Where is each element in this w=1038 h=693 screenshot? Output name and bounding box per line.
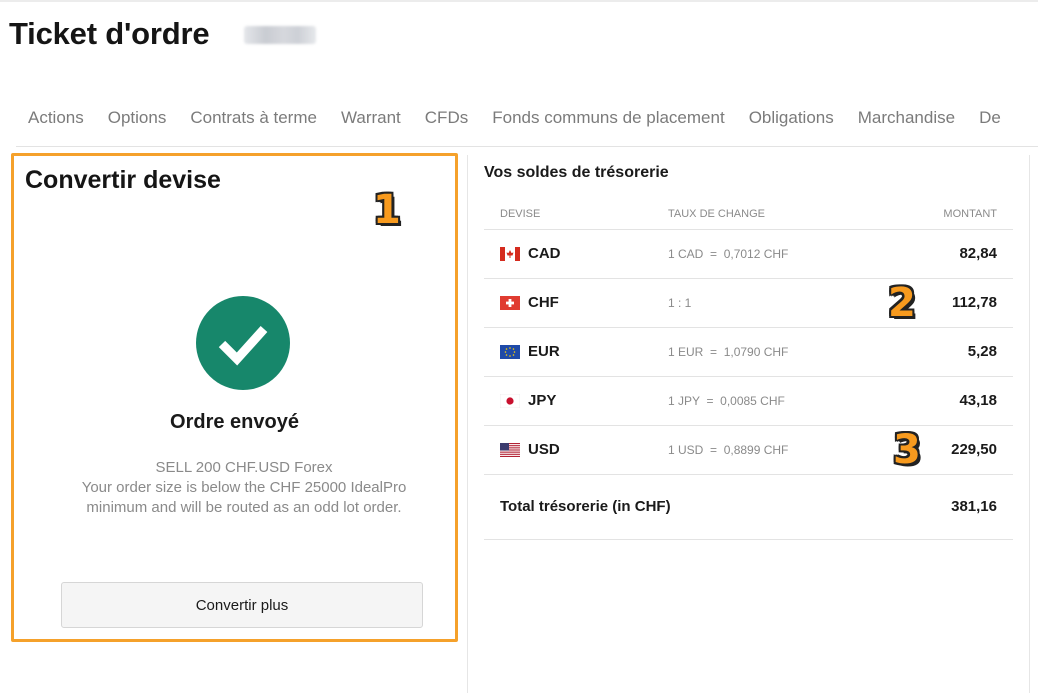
currency-code: CAD xyxy=(528,245,561,262)
exchange-rate: 1 JPY = 0,0085 CHF xyxy=(668,394,785,408)
column-divider xyxy=(467,155,468,693)
balance-amount: 5,28 xyxy=(967,343,997,360)
tab-futures[interactable]: Contrats à terme xyxy=(178,102,329,128)
convert-more-button[interactable]: Convertir plus xyxy=(61,582,423,628)
balance-amount: 112,78 xyxy=(951,294,997,311)
callout-number-1: 1 xyxy=(373,187,401,233)
flag-usa-icon xyxy=(500,443,520,457)
odd-lot-notice-line-2: minimum and will be routed as an odd lot… xyxy=(86,499,402,516)
cash-balances-title: Vos soldes de trésorerie xyxy=(484,164,669,181)
balance-amount: 43,18 xyxy=(959,392,997,409)
total-cash-row: Total trésorerie (in CHF) 381,16 xyxy=(484,475,1013,540)
order-status-title: Ordre envoyé xyxy=(170,411,299,433)
tab-warrant[interactable]: Warrant xyxy=(329,102,413,128)
redacted-account-id xyxy=(244,26,316,44)
tab-commodities[interactable]: Marchandise xyxy=(846,102,967,128)
tab-cfds[interactable]: CFDs xyxy=(413,102,480,128)
asset-class-tabs: Actions Options Contrats à terme Warrant CFD… xyxy=(16,102,1038,147)
currency-code: EUR xyxy=(528,343,560,360)
flag-japan-icon xyxy=(500,394,520,408)
column-header-amount: MONTANT xyxy=(943,208,997,220)
total-cash-label: Total trésorerie (in CHF) xyxy=(500,498,671,515)
total-cash-value: 381,16 xyxy=(951,498,997,515)
exchange-rate: 1 EUR = 1,0790 CHF xyxy=(668,345,789,359)
balances-table-body: CAD 1 CAD = 0,7012 CHF 82,84 CHF 1 : 1 1… xyxy=(484,230,1013,475)
table-row: CAD 1 CAD = 0,7012 CHF 82,84 xyxy=(484,230,1013,279)
order-details: SELL 200 CHF.USD Forex Your order size i… xyxy=(34,458,454,518)
table-row: CHF 1 : 1 112,78 xyxy=(484,279,1013,328)
table-row: EUR 1 EUR = 1,0790 CHF 5,28 xyxy=(484,328,1013,377)
check-circle-icon xyxy=(196,296,290,390)
exchange-rate: 1 : 1 xyxy=(668,296,692,310)
column-header-currency: DEVISE xyxy=(500,208,541,220)
balance-amount: 82,84 xyxy=(959,245,997,262)
currency-code: CHF xyxy=(528,294,559,311)
exchange-rate: 1 CAD = 0,7012 CHF xyxy=(668,247,789,261)
currency-code: JPY xyxy=(528,392,557,409)
panel-title: Convertir devise xyxy=(25,166,221,194)
odd-lot-notice-line-1: Your order size is below the CHF 25000 I… xyxy=(81,479,407,496)
tab-options[interactable]: Options xyxy=(96,102,179,128)
table-row: JPY 1 JPY = 0,0085 CHF 43,18 xyxy=(484,377,1013,426)
page-title: Ticket d'ordre xyxy=(9,16,210,51)
order-summary: SELL 200 CHF.USD Forex xyxy=(155,459,333,476)
flag-eu-icon xyxy=(500,345,520,359)
column-divider xyxy=(1029,155,1030,693)
flag-canada-icon xyxy=(500,247,520,261)
tab-mutual-funds[interactable]: Fonds communs de placement xyxy=(480,102,736,128)
balances-table-header: DEVISE TAUX DE CHANGE MONTANT xyxy=(484,198,1013,230)
flag-switzerland-icon xyxy=(500,296,520,310)
balance-amount: 229,50 xyxy=(951,441,997,458)
currency-code: USD xyxy=(528,441,560,458)
tab-actions[interactable]: Actions xyxy=(16,102,96,128)
tab-more[interactable]: De xyxy=(967,102,1013,128)
tab-bonds[interactable]: Obligations xyxy=(737,102,846,128)
column-header-exchange-rate: TAUX DE CHANGE xyxy=(668,208,765,220)
top-divider xyxy=(0,0,1038,2)
exchange-rate: 1 USD = 0,8899 CHF xyxy=(668,443,789,457)
table-row: USD 1 USD = 0,8899 CHF 229,50 xyxy=(484,426,1013,475)
